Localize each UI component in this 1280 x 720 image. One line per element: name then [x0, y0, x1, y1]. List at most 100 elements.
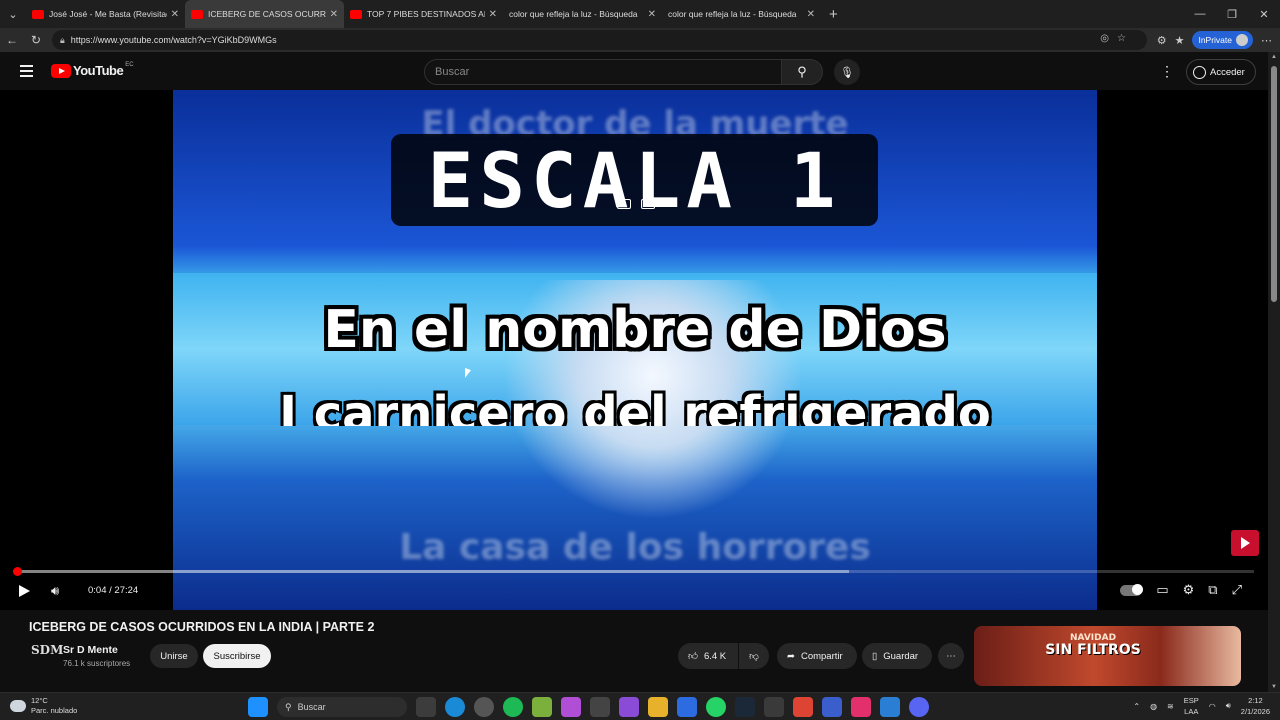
- sign-in-button[interactable]: Acceder: [1186, 59, 1256, 85]
- close-tab-icon[interactable]: ✕: [807, 9, 815, 20]
- inprivate-badge[interactable]: InPrivate: [1192, 31, 1253, 49]
- browser-tab-3[interactable]: TOP 7 PIBES DESTINADOS AL EXITO ✕: [344, 0, 503, 28]
- youtube-icon: [191, 9, 203, 19]
- whatsapp-icon[interactable]: [706, 697, 726, 717]
- wifi-icon[interactable]: ◠: [1209, 702, 1216, 711]
- minimize-icon[interactable]: —: [1184, 0, 1216, 28]
- favorite-star-icon[interactable]: ☆: [1117, 33, 1126, 44]
- page-scrollbar[interactable]: ▲ ▼: [1268, 52, 1280, 692]
- youtube-logo[interactable]: YouTube EC: [51, 61, 134, 78]
- save-button[interactable]: ▯ Guardar: [862, 643, 932, 669]
- settings-gear-icon[interactable]: ⚙: [1183, 582, 1195, 598]
- more-actions-icon[interactable]: ⋯: [938, 643, 964, 669]
- xbox-icon[interactable]: [764, 697, 784, 717]
- like-count: 6.4 K: [703, 650, 727, 662]
- weather-widget[interactable]: 12°C Parc. nublado: [10, 696, 77, 716]
- scrollbar-thumb[interactable]: [1271, 66, 1277, 302]
- sign-in-label: Acceder: [1210, 66, 1245, 78]
- channel-avatar[interactable]: SDM: [31, 643, 63, 665]
- task-view-icon[interactable]: [416, 697, 436, 717]
- miniplayer-icon[interactable]: ⧉: [1208, 582, 1217, 598]
- discord-icon[interactable]: [909, 697, 929, 717]
- maximize-icon[interactable]: ❐: [1216, 0, 1248, 28]
- start-icon[interactable]: [248, 697, 268, 717]
- speaker-icon[interactable]: 🔊︎: [1226, 701, 1231, 711]
- autoplay-toggle[interactable]: [1120, 583, 1144, 596]
- play-icon[interactable]: [19, 585, 30, 597]
- language-indicator[interactable]: ESP LAA: [1184, 695, 1199, 717]
- network-icon[interactable]: ≋: [1167, 702, 1174, 711]
- frame-icon-2[interactable]: [641, 199, 655, 209]
- scroll-down-icon[interactable]: ▼: [1271, 684, 1277, 690]
- close-tab-icon[interactable]: ✕: [648, 9, 656, 20]
- file-explorer-icon[interactable]: [648, 697, 668, 717]
- scrubber-handle[interactable]: [12, 567, 22, 576]
- country-code: EC: [125, 61, 134, 68]
- menu-icon[interactable]: [20, 65, 33, 80]
- lock-icon[interactable]: 🔒︎: [60, 35, 65, 46]
- subtitles-icon[interactable]: ▭: [1156, 582, 1168, 598]
- subscribe-button[interactable]: Suscribirse: [203, 644, 271, 668]
- buffered-bar: [14, 570, 849, 573]
- browser-menu-icon[interactable]: ⋯: [1261, 34, 1272, 47]
- store-icon[interactable]: [677, 697, 697, 717]
- subscribe-watermark-icon[interactable]: [1231, 530, 1259, 556]
- search-icon: ⚲: [797, 64, 807, 79]
- tray-chevron-icon[interactable]: ⌃: [1133, 702, 1140, 711]
- copilot-icon[interactable]: [561, 697, 581, 717]
- join-button[interactable]: Unirse: [150, 644, 198, 668]
- frame-icon-1[interactable]: [617, 199, 631, 209]
- browser-tab-5[interactable]: ⚲ color que refleja la luz - Búsqueda ✕: [662, 0, 821, 28]
- extensions-icon[interactable]: ⚙: [1157, 34, 1167, 47]
- chatgpt-icon[interactable]: [474, 697, 494, 717]
- browser-tab-4[interactable]: ⚲ color que refleja la luz - Búsqueda ✕: [503, 0, 662, 28]
- close-tab-icon[interactable]: ✕: [489, 9, 497, 20]
- voice-search-icon[interactable]: 🎙︎: [834, 59, 860, 85]
- tray-app-icon[interactable]: ◍: [1150, 702, 1157, 711]
- spotify-icon[interactable]: [503, 697, 523, 717]
- music-icon[interactable]: [793, 697, 813, 717]
- sidebar-ad-thumbnail[interactable]: NAVIDAD SIN FILTROS: [974, 626, 1241, 686]
- app-icon[interactable]: [590, 697, 610, 717]
- minecraft-icon[interactable]: [532, 697, 552, 717]
- video-player[interactable]: El doctor de la muerte ESCALA 1 En el no…: [0, 90, 1268, 610]
- url-field[interactable]: 🔒︎ https://www.youtube.com/watch?v=YGiKb…: [52, 30, 1147, 50]
- steam-icon[interactable]: [735, 697, 755, 717]
- volume-icon[interactable]: 🔊︎: [51, 583, 59, 599]
- capcut-icon[interactable]: [822, 697, 842, 717]
- clock-date: 2/1/2026: [1240, 707, 1270, 716]
- refresh-icon[interactable]: ↻: [24, 33, 48, 47]
- search-button[interactable]: ⚲: [781, 59, 823, 85]
- progress-bar[interactable]: [12, 567, 1254, 576]
- channel-name[interactable]: Sr D Mente: [63, 644, 118, 656]
- new-tab-icon[interactable]: +: [829, 6, 838, 23]
- fullscreen-icon[interactable]: ⤢: [1232, 582, 1242, 598]
- weather-text: 12°C Parc. nublado: [31, 696, 77, 716]
- edge-icon[interactable]: [445, 697, 465, 717]
- dislike-button[interactable]: 👎︎: [739, 643, 769, 669]
- browser-tab-2-active[interactable]: ICEBERG DE CASOS OCURRIDOS E ✕: [185, 0, 344, 28]
- thumbs-up-icon: 👍︎: [688, 651, 698, 662]
- share-button[interactable]: ➦ Compartir: [777, 643, 857, 669]
- tab-actions-menu-icon[interactable]: ⌄: [0, 0, 26, 28]
- ad-title-line2: SIN FILTROS: [1045, 642, 1141, 658]
- clock[interactable]: 2:12 2/1/2026: [1241, 695, 1270, 717]
- close-tab-icon[interactable]: ✕: [171, 9, 179, 20]
- tracking-icon[interactable]: ◎: [1100, 33, 1109, 44]
- scroll-up-icon[interactable]: ▲: [1271, 54, 1277, 60]
- browser-tab-1[interactable]: José José - Me Basta (Revisitado) [L ✕: [26, 0, 185, 28]
- url-actions: ◎ ☆: [1100, 33, 1126, 44]
- video-frame[interactable]: El doctor de la muerte ESCALA 1 En el no…: [173, 90, 1097, 610]
- taskbar-search[interactable]: ⚲ Buscar: [277, 697, 407, 717]
- close-tab-icon[interactable]: ✕: [330, 9, 338, 20]
- search-input[interactable]: Buscar: [424, 59, 782, 85]
- youtube-play-logo-icon: [51, 63, 71, 78]
- close-window-icon[interactable]: ✕: [1248, 0, 1280, 28]
- back-icon[interactable]: ←: [0, 33, 24, 47]
- favorites-icon[interactable]: ★: [1175, 34, 1185, 47]
- telegram-icon[interactable]: [880, 697, 900, 717]
- like-button[interactable]: 👍︎ 6.4 K: [678, 643, 738, 669]
- app-purple-icon[interactable]: [619, 697, 639, 717]
- settings-kebab-icon[interactable]: ⋮: [1160, 63, 1174, 80]
- tiktok-icon[interactable]: [851, 697, 871, 717]
